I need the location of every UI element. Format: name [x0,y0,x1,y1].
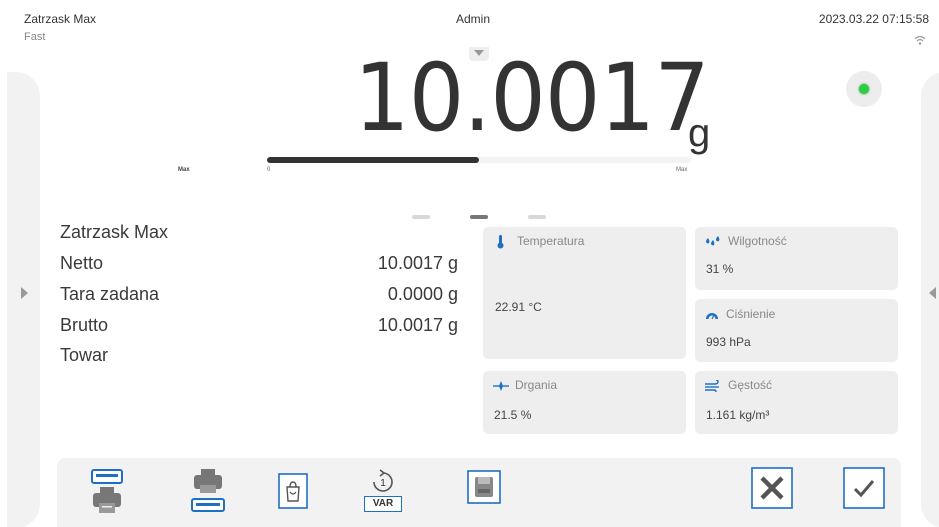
chevron-left-icon [929,287,936,299]
tile-title: Gęstość [728,378,773,392]
info-value: 10.0017 g [377,315,458,335]
svg-text:1: 1 [380,478,386,489]
tile-value: 21.5 % [494,408,532,422]
thermometer-icon [497,235,504,249]
save-button[interactable] [467,470,501,509]
print-footer-button[interactable] [191,469,225,526]
weight-unit[interactable]: g [688,113,710,153]
tile-title: Temperatura [517,234,585,248]
datetime: 2023.03.22 07:15:58 [818,12,929,26]
stability-indicator [846,71,882,107]
info-row: Towar [60,345,458,373]
humidity-drops-icon [706,236,720,246]
right-side-panel[interactable] [921,72,939,527]
print-header-button[interactable] [91,469,123,526]
weighing-mode: Fast [24,31,46,43]
checkmark-icon [843,467,885,509]
wind-density-icon [705,380,719,392]
density-tile[interactable]: Gęstość 1.161 kg/m³ [695,371,898,434]
info-label: Netto [60,253,104,273]
shopping-bag-icon [278,473,308,509]
app-name: Zatrzask Max [24,12,97,26]
print-header-icon [91,469,123,513]
print-footer-icon [191,469,225,512]
weight-value: 10.0017 [354,44,710,153]
info-value: 10.0017 g [377,253,458,273]
variable-button[interactable]: 1 VAR [364,469,402,512]
info-value: 0.0000 g [387,284,458,304]
info-label: Towar [60,345,109,365]
var-label: VAR [364,496,402,512]
tile-title: Ciśnienie [726,307,776,321]
info-title: Zatrzask Max [60,222,169,242]
accept-button[interactable] [843,467,885,514]
tile-value: 22.91 °C [495,300,542,314]
page-dot[interactable] [412,215,430,219]
vibration-icon [493,381,509,391]
tile-value: 993 hPa [706,335,751,349]
bargraph-min-label: 0 [267,167,271,173]
wifi-icon [914,33,926,45]
bargraph-label: Max [178,167,190,173]
tile-title: Drgania [515,378,558,392]
left-side-panel[interactable] [7,72,40,527]
temperature-tile[interactable]: Temperatura 22.91 °C [483,227,686,359]
bargraph-fill [267,157,479,163]
tile-title: Wilgotność [728,234,787,248]
page-dot-active[interactable] [470,215,488,219]
info-row: Brutto 10.0017 g [60,315,458,343]
tile-value: 1.161 kg/m³ [706,408,770,422]
refresh-counter-icon: 1 [373,469,393,492]
vibration-tile[interactable]: Drgania 21.5 % [483,371,686,434]
pressure-tile[interactable]: Ciśnienie 993 hPa [695,299,898,362]
close-icon [751,467,793,509]
info-title-row: Zatrzask Max [60,222,458,250]
info-label: Tara zadana [60,284,160,304]
info-row: Tara zadana 0.0000 g [60,284,458,312]
floppy-disk-icon [467,470,501,504]
info-row: Netto 10.0017 g [60,253,458,281]
info-label: Brutto [60,315,109,335]
bargraph-max-label: Max [676,167,688,173]
bottom-toolbar: 1 VAR [57,458,901,527]
chevron-right-icon [21,287,28,299]
humidity-tile[interactable]: Wilgotność 31 % [695,227,898,290]
tile-value: 31 % [706,262,734,276]
bargraph-track [267,157,691,163]
cancel-button[interactable] [751,467,793,514]
logged-user[interactable]: Admin [456,12,490,26]
page-dot[interactable] [528,215,546,219]
barometer-icon [706,313,718,320]
tare-product-button[interactable] [278,473,308,514]
